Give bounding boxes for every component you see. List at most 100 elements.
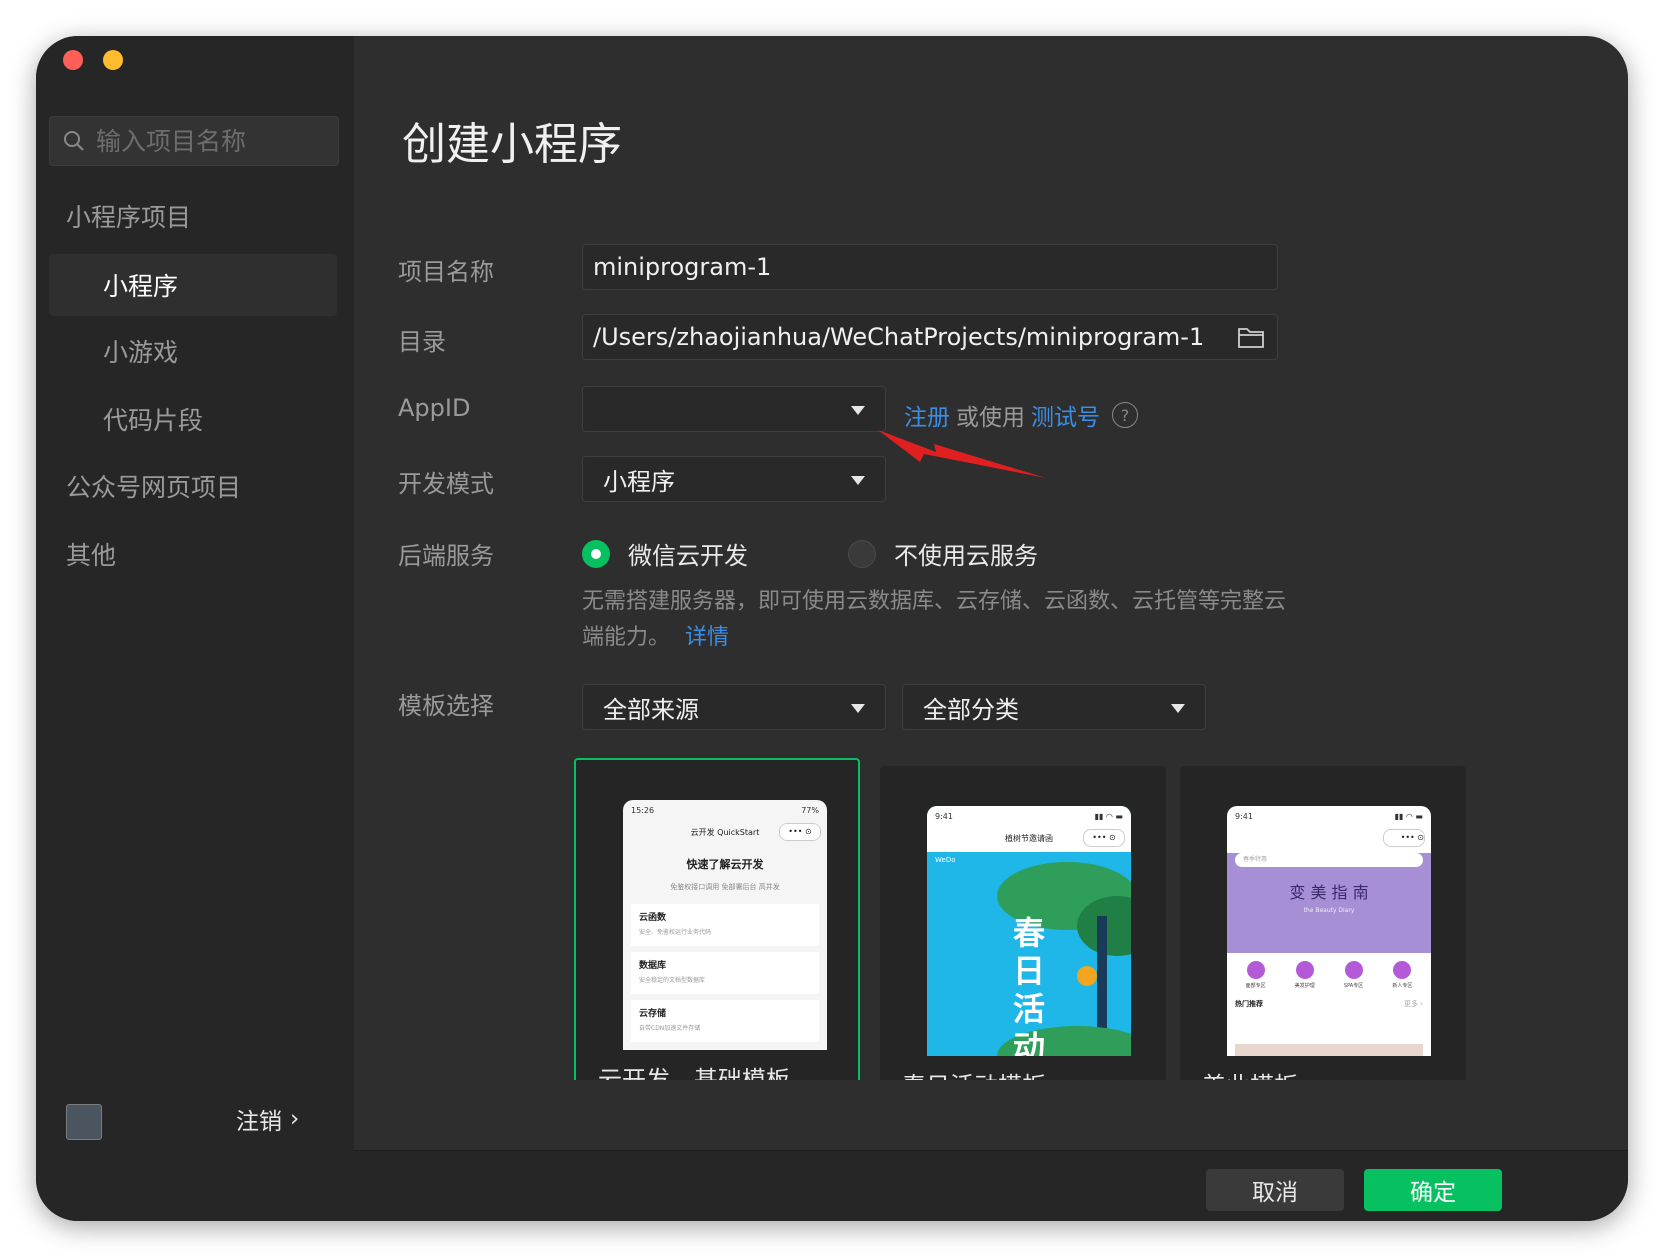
feature-title: 数据库 — [639, 961, 667, 971]
hot-section-title: 热门推荐 — [1235, 1000, 1263, 1008]
list-item: 数据库 安全稳定的文档型数据库 — [631, 952, 819, 994]
template-preview-beauty: 9:41 ▮▮ ◠ ▬ ••• ⊙ 春季特惠 变 美 指 南 the Beaut… — [1227, 806, 1431, 1056]
capsule-icon: ••• ⊙ — [1083, 829, 1125, 847]
feature-title: 云存储 — [639, 1009, 667, 1019]
hot-item-image — [1235, 1044, 1423, 1056]
radio-wechat-cloud[interactable]: 微信云开发 — [582, 536, 748, 571]
template-preview-cloud: 15:26 77% 云开发 QuickStart ••• ⊙ 快速了解云开发 免… — [623, 800, 827, 1050]
section-other[interactable]: 其他 — [66, 536, 116, 572]
banner-subtitle: the Beauty Diary — [1303, 907, 1355, 914]
radio-checked-icon[interactable] — [582, 539, 610, 568]
phone-status-bar: 9:41 ▮▮ ◠ ▬ — [927, 806, 1131, 827]
help-icon[interactable]: ? — [1112, 402, 1138, 428]
category-item: SPA专区 — [1344, 961, 1363, 989]
category-item: 新人专区 — [1392, 961, 1412, 989]
phone-heading: 快速了解云开发 — [686, 858, 764, 871]
project-name-field[interactable]: miniprogram-1 — [582, 244, 1278, 290]
category-select[interactable]: 全部分类 — [902, 684, 1206, 730]
template-name: 云开发 - 基础模板 — [598, 1066, 790, 1080]
category-select-value: 全部分类 — [923, 695, 1019, 724]
phone-status-bar: 9:41 ▮▮ ◠ ▬ — [1227, 806, 1431, 827]
backend-label: 后端服务 — [398, 542, 494, 570]
signal-icon: ▮▮ ◠ ▬ — [1094, 812, 1123, 821]
template-name: 春日活动模板 — [902, 1066, 1046, 1080]
feature-title: 云函数 — [639, 913, 667, 923]
category-icon — [1295, 961, 1314, 979]
search-icon — [64, 131, 84, 151]
beauty-search: 春季特惠 — [1235, 853, 1423, 867]
list-item: 云函数 安全、免鉴权运行业务代码 — [631, 904, 819, 946]
phone-time: 9:41 — [935, 812, 953, 821]
phone-nav-title: 云开发 QuickStart — [690, 828, 760, 837]
sidebar-item-minigame[interactable]: 小游戏 — [49, 320, 337, 382]
category-item: 面部专区 — [1246, 961, 1266, 989]
sidebar: 小程序项目 小程序 小游戏 代码片段 公众号网页项目 其他 注销 › — [36, 36, 354, 1221]
phone-status-bar: 15:26 77% — [623, 800, 827, 821]
source-select[interactable]: 全部来源 — [582, 684, 886, 730]
template-label: 模板选择 — [398, 692, 494, 720]
phone-battery: 77% — [801, 806, 819, 815]
banner-text: 春日活动 — [1012, 914, 1045, 1056]
confirm-button[interactable]: 确定 — [1364, 1169, 1502, 1211]
more-link: 更多 › — [1403, 1000, 1423, 1008]
directory-label: 目录 — [398, 328, 446, 356]
details-link[interactable]: 详情 — [685, 625, 729, 650]
dialog-footer: 取消 确定 — [354, 1150, 1628, 1221]
feature-sub: 安全稳定的文档型数据库 — [639, 977, 706, 984]
logout-button[interactable]: 注销 › — [236, 1102, 299, 1136]
category-icon — [1344, 961, 1363, 979]
directory-field[interactable]: /Users/zhaojianhua/WeChatProjects/minipr… — [582, 314, 1278, 360]
sidebar-item-code-snippet[interactable]: 代码片段 — [49, 388, 337, 450]
banner-title: 变 美 指 南 — [1289, 883, 1369, 902]
page-title: 创建小程序 — [402, 119, 622, 170]
template-name: 美业模板 — [1202, 1066, 1298, 1080]
category-row: 面部专区 美发护理 SPA专区 新人专区 — [1227, 953, 1431, 989]
caret-down-icon — [851, 406, 865, 415]
backend-description: 无需搭建服务器，即可使用云数据库、云存储、云函数、云托管等完整云端能力。 详情 — [582, 584, 1302, 656]
template-card-beauty[interactable]: 9:41 ▮▮ ◠ ▬ ••• ⊙ 春季特惠 变 美 指 南 the Beaut… — [1180, 766, 1466, 1080]
dev-mode-label: 开发模式 — [398, 470, 494, 498]
radio-unchecked-icon[interactable] — [848, 539, 876, 568]
beauty-banner: 春季特惠 变 美 指 南 the Beauty Diary — [1227, 853, 1431, 953]
capsule-icon: ••• ⊙ — [1383, 829, 1425, 847]
close-window-button[interactable] — [63, 50, 83, 70]
caret-down-icon — [851, 704, 865, 713]
phone-time: 15:26 — [631, 806, 655, 815]
section-official-account[interactable]: 公众号网页项目 — [66, 468, 241, 504]
project-name-label: 项目名称 — [398, 258, 494, 286]
dev-mode-value: 小程序 — [603, 467, 675, 496]
sidebar-item-miniprogram[interactable]: 小程序 — [49, 254, 337, 316]
category-icon — [1393, 961, 1412, 979]
avatar[interactable] — [66, 1104, 102, 1140]
folder-icon[interactable] — [1237, 325, 1265, 349]
signal-icon: ▮▮ ◠ ▬ — [1394, 812, 1423, 821]
category-label: 美发护理 — [1294, 983, 1315, 989]
template-card-cloud-basic[interactable]: 15:26 77% 云开发 QuickStart ••• ⊙ 快速了解云开发 免… — [574, 758, 860, 1080]
phone-nav-bar: 云开发 QuickStart ••• ⊙ — [623, 823, 827, 841]
logout-label: 注销 — [236, 1109, 282, 1135]
phone-subheading: 免鉴权接口调用 免部署后台 高并发 — [670, 883, 780, 891]
minimize-window-button[interactable] — [103, 50, 123, 70]
category-icon — [1246, 961, 1265, 979]
section-miniprogram-project[interactable]: 小程序项目 — [66, 198, 191, 234]
project-name-value: miniprogram-1 — [593, 253, 772, 281]
radio-no-cloud[interactable]: 不使用云服务 — [848, 536, 1038, 571]
search-input[interactable] — [94, 125, 328, 157]
feature-sub: 安全、免鉴权运行业务代码 — [639, 929, 712, 936]
appid-select[interactable] — [582, 386, 886, 432]
create-miniprogram-window: 小程序项目 小程序 小游戏 代码片段 公众号网页项目 其他 注销 › 创建小程序… — [36, 36, 1628, 1221]
phone-nav-bar: 植树节邀请函 ••• ⊙ — [927, 827, 1131, 852]
radio-no-cloud-label: 不使用云服务 — [894, 542, 1038, 570]
template-list: 15:26 77% 云开发 QuickStart ••• ⊙ 快速了解云开发 免… — [574, 758, 1486, 1080]
dev-mode-select[interactable]: 小程序 — [582, 456, 886, 502]
template-card-spring-event[interactable]: 9:41 ▮▮ ◠ ▬ 植树节邀请函 ••• ⊙ WeDo 春日活动 — [880, 766, 1166, 1080]
capsule-icon: ••• ⊙ — [779, 823, 821, 841]
cancel-button[interactable]: 取消 — [1206, 1169, 1344, 1211]
project-search[interactable] — [49, 116, 339, 166]
radio-wechat-cloud-label: 微信云开发 — [628, 542, 748, 570]
category-label: SPA专区 — [1343, 983, 1364, 989]
feature-sub: 自带CDN加速文件存储 — [639, 1025, 701, 1032]
template-preview-spring: 9:41 ▮▮ ◠ ▬ 植树节邀请函 ••• ⊙ WeDo 春日活动 — [927, 806, 1131, 1056]
phone-nav-bar: ••• ⊙ — [1227, 829, 1431, 847]
caret-down-icon — [1171, 704, 1185, 713]
